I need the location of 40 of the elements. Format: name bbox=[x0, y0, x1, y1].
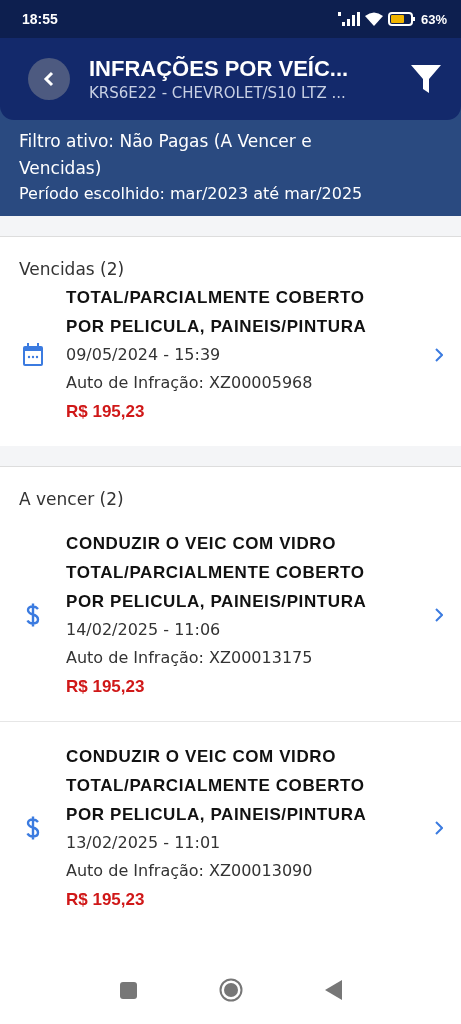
infraction-item[interactable]: TOTAL/PARCIALMENTE COBERTO POR PELICULA, PAINEIS/PINTURA 09/05/2024 - 15:39 Auto de Infração: XZ00005968 R$ 195,23 bbox=[0, 279, 461, 446]
section-title: Vencidas (2) bbox=[18, 258, 126, 279]
chevron-right-icon bbox=[435, 608, 443, 622]
infraction-title: POR PELICULA, PAINEIS/PINTURA bbox=[66, 316, 368, 338]
infraction-item[interactable]: CONDUZIR O VEIC COM VIDRO TOTAL/PARCIALMENTE COBERTO POR PELICULA, PAINEIS/PINTURA 14/02/2025 - 11:06 Auto de Infração: XZ00013175 R$ 195,23 bbox=[0, 509, 461, 721]
signal-icon bbox=[337, 12, 360, 26]
infraction-title: POR PELICULA, PAINEIS/PINTURA bbox=[66, 804, 368, 826]
vehicle-subtitle: KRS6E22 - CHEVROLET/S10 LTZ ... bbox=[89, 84, 347, 102]
infraction-number: Auto de Infração: XZ00013175 bbox=[66, 647, 314, 669]
recents-icon[interactable] bbox=[119, 981, 137, 999]
filter-icon[interactable] bbox=[411, 65, 441, 93]
infraction-amount: R$ 195,23 bbox=[66, 889, 146, 911]
battery-level: 63% bbox=[420, 11, 447, 27]
infraction-number: Auto de Infração: XZ00013090 bbox=[66, 860, 314, 882]
back-button[interactable] bbox=[28, 58, 70, 100]
infraction-title: TOTAL/PARCIALMENTE COBERTO bbox=[66, 775, 366, 797]
infraction-title: CONDUZIR O VEIC COM VIDRO bbox=[66, 533, 337, 555]
infraction-amount: R$ 195,23 bbox=[66, 401, 146, 423]
battery-icon bbox=[387, 12, 416, 26]
chevron-right-icon bbox=[435, 821, 443, 835]
screen-title: INFRAÇÕES POR VEÍC... bbox=[89, 56, 350, 82]
wifi-icon bbox=[364, 12, 383, 26]
infraction-datetime: 14/02/2025 - 11:06 bbox=[66, 619, 222, 641]
period-text: Período escolhido: mar/2023 até mar/2025 bbox=[19, 183, 364, 205]
active-filter-text: Filtro ativo: Não Pagas (A Vencer e Vencidas) bbox=[19, 130, 313, 180]
infraction-title: POR PELICULA, PAINEIS/PINTURA bbox=[66, 591, 368, 613]
back-nav-icon[interactable] bbox=[324, 980, 342, 1000]
section-title: A vencer (2) bbox=[18, 488, 125, 509]
infraction-title: TOTAL/PARCIALMENTE COBERTO bbox=[66, 562, 366, 584]
infraction-number: Auto de Infração: XZ00005968 bbox=[66, 372, 314, 394]
infraction-datetime: 09/05/2024 - 15:39 bbox=[66, 344, 222, 366]
status-time: 18:55 bbox=[22, 11, 58, 27]
infraction-title: TOTAL/PARCIALMENTE COBERTO bbox=[66, 287, 366, 309]
chevron-right-icon bbox=[435, 347, 443, 362]
infraction-datetime: 13/02/2025 - 11:01 bbox=[66, 832, 222, 854]
home-icon[interactable] bbox=[218, 978, 243, 1002]
infraction-amount: R$ 195,23 bbox=[66, 676, 146, 698]
infraction-title: CONDUZIR O VEIC COM VIDRO bbox=[66, 746, 337, 768]
infraction-item[interactable]: CONDUZIR O VEIC COM VIDRO TOTAL/PARCIALMENTE COBERTO POR PELICULA, PAINEIS/PINTURA 13/02/2025 - 11:01 Auto de Infração: XZ00013090 R$ 195,23 bbox=[0, 721, 461, 934]
calendar-icon bbox=[22, 342, 44, 367]
